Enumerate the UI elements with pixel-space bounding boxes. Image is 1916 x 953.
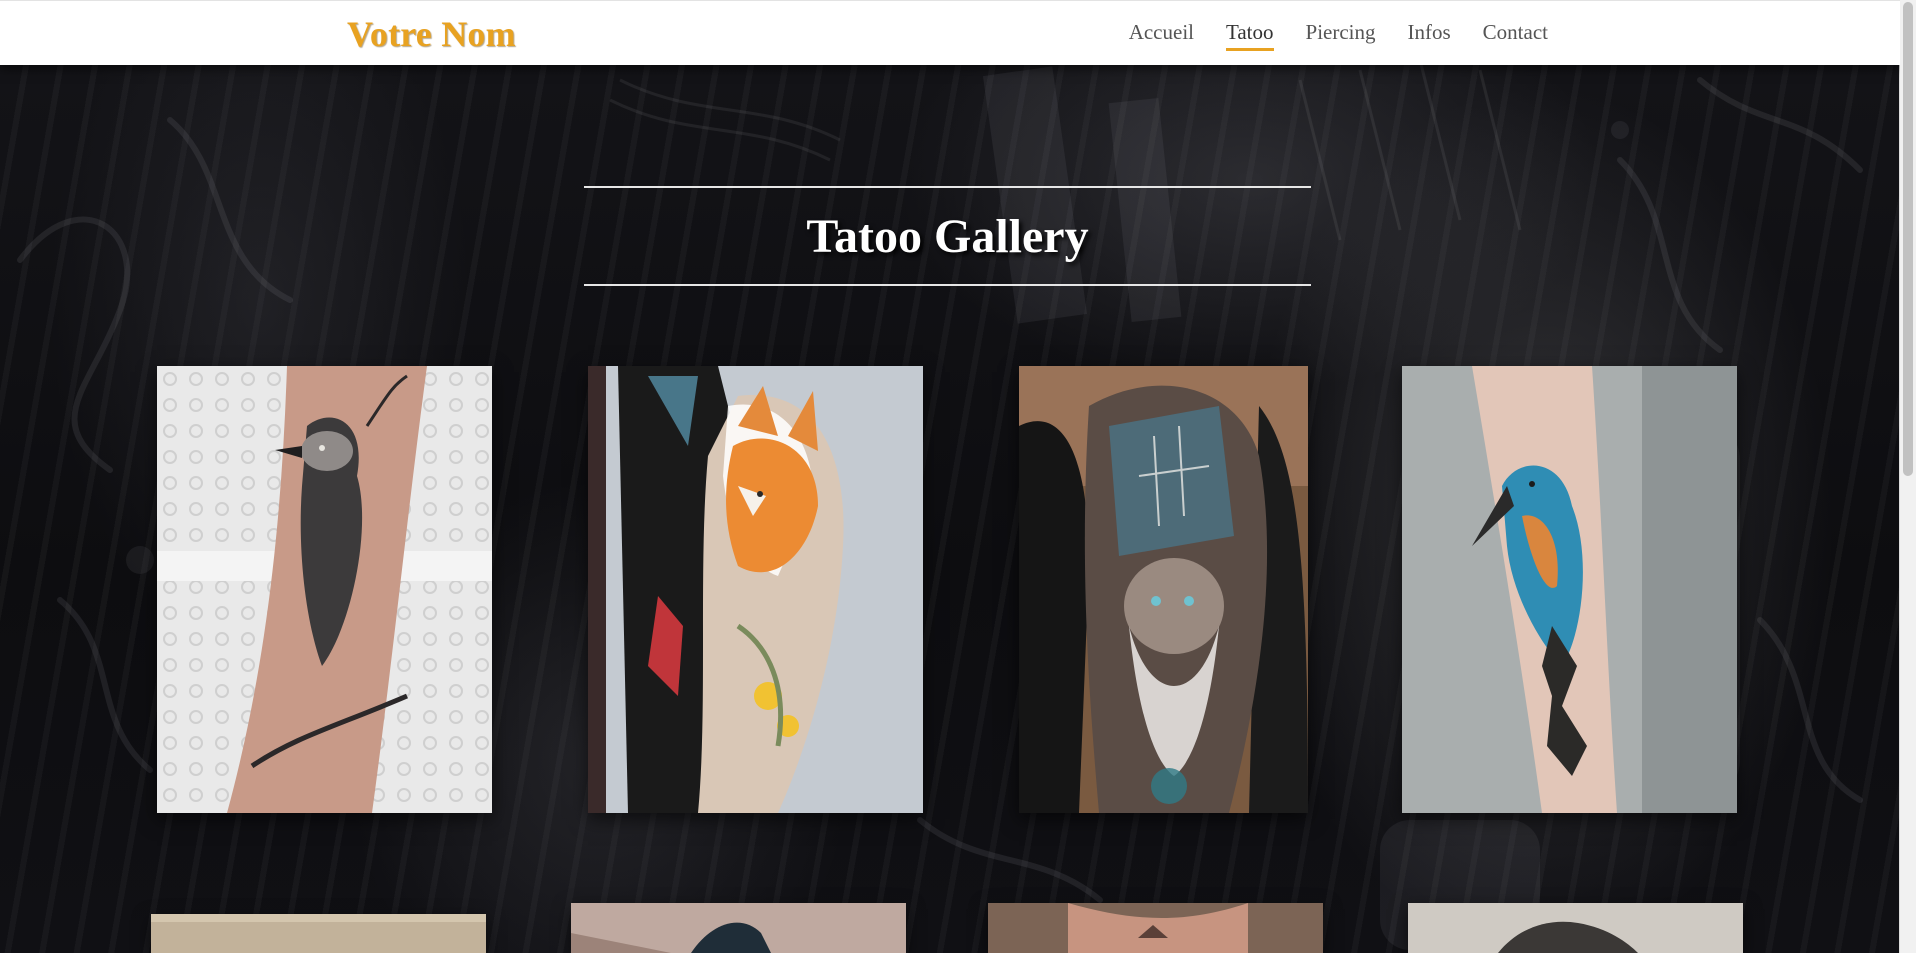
- nav-link-accueil[interactable]: Accueil: [1129, 20, 1194, 48]
- gallery-image-sailor[interactable]: [1019, 366, 1308, 813]
- gallery-title-block: Tatoo Gallery: [584, 186, 1311, 286]
- page-scrollbar[interactable]: [1899, 0, 1916, 953]
- nav-link-contact[interactable]: Contact: [1483, 20, 1548, 48]
- gallery-image-fox[interactable]: [588, 366, 923, 813]
- gallery-image-kingfisher[interactable]: [1402, 366, 1737, 813]
- gallery-image-row2-4[interactable]: [1408, 903, 1743, 953]
- scrollbar-thumb[interactable]: [1903, 2, 1913, 476]
- gallery-image-row2-2[interactable]: [571, 903, 906, 953]
- top-navbar: Votre Nom Accueil Tatoo Piercing Infos C…: [0, 0, 1900, 65]
- brand-logo[interactable]: Votre Nom: [347, 13, 516, 55]
- page: Votre Nom Accueil Tatoo Piercing Infos C…: [0, 0, 1900, 953]
- gallery-image-row2-3[interactable]: [988, 903, 1323, 953]
- main-nav: Accueil Tatoo Piercing Infos Contact: [1129, 20, 1548, 51]
- gallery-image-row2-1[interactable]: [151, 914, 486, 953]
- nav-link-tatoo[interactable]: Tatoo: [1225, 20, 1274, 51]
- nav-link-piercing[interactable]: Piercing: [1306, 20, 1376, 48]
- nav-link-infos[interactable]: Infos: [1408, 20, 1451, 48]
- page-title: Tatoo Gallery: [806, 209, 1089, 263]
- gallery-image-crow[interactable]: [157, 366, 492, 813]
